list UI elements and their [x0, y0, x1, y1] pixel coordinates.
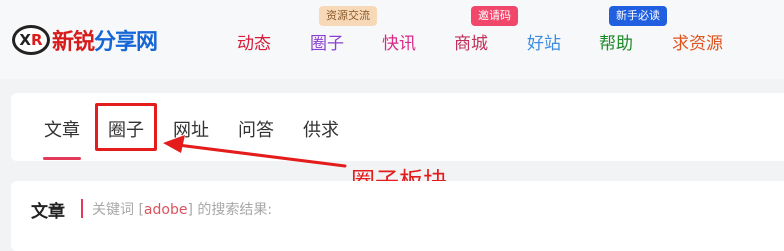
nav-item-bangzhu[interactable]: 帮助 — [599, 29, 633, 54]
nav-item-haozhan[interactable]: 好站 — [527, 29, 561, 54]
nav-tag-resource-exchange: 资源交流 — [319, 6, 377, 26]
logo-badge-r: R — [31, 31, 43, 49]
tab-sites[interactable]: 网址 — [173, 116, 209, 142]
logo-text-primary: 新锐 — [52, 30, 95, 55]
annotation-highlight-box — [95, 103, 157, 151]
logo-text-secondary: 分享网 — [94, 30, 158, 55]
nav-item-qiuziyuan[interactable]: 求资源 — [672, 29, 723, 54]
site-logo[interactable]: XR 新锐 分享网 — [12, 23, 158, 57]
active-tab-indicator — [43, 157, 81, 160]
nav-item-kuaixun[interactable]: 快讯 — [382, 29, 416, 54]
result-suffix: ] 的搜索结果: — [187, 202, 273, 218]
nav-tag-invite-code: 邀请码 — [471, 6, 518, 26]
logo-badge-icon: XR — [12, 25, 50, 55]
result-section-title: 文章 — [31, 202, 65, 222]
tab-articles[interactable]: 文章 — [44, 116, 80, 142]
result-summary: 关键词 [adobe] 的搜索结果: — [92, 199, 272, 219]
result-prefix: 关键词 [ — [92, 202, 144, 218]
logo-badge-x: X — [19, 31, 31, 49]
nav-tag-newbie-guide: 新手必读 — [609, 6, 667, 26]
result-divider — [81, 199, 83, 218]
result-keyword: adobe — [143, 202, 188, 218]
nav-item-quanzi[interactable]: 圈子 — [310, 29, 344, 54]
nav-item-shangcheng[interactable]: 商城 — [454, 29, 488, 54]
tab-supply-demand[interactable]: 供求 — [303, 116, 339, 142]
tab-qa[interactable]: 问答 — [238, 116, 274, 142]
nav-item-dongtai[interactable]: 动态 — [237, 29, 271, 54]
